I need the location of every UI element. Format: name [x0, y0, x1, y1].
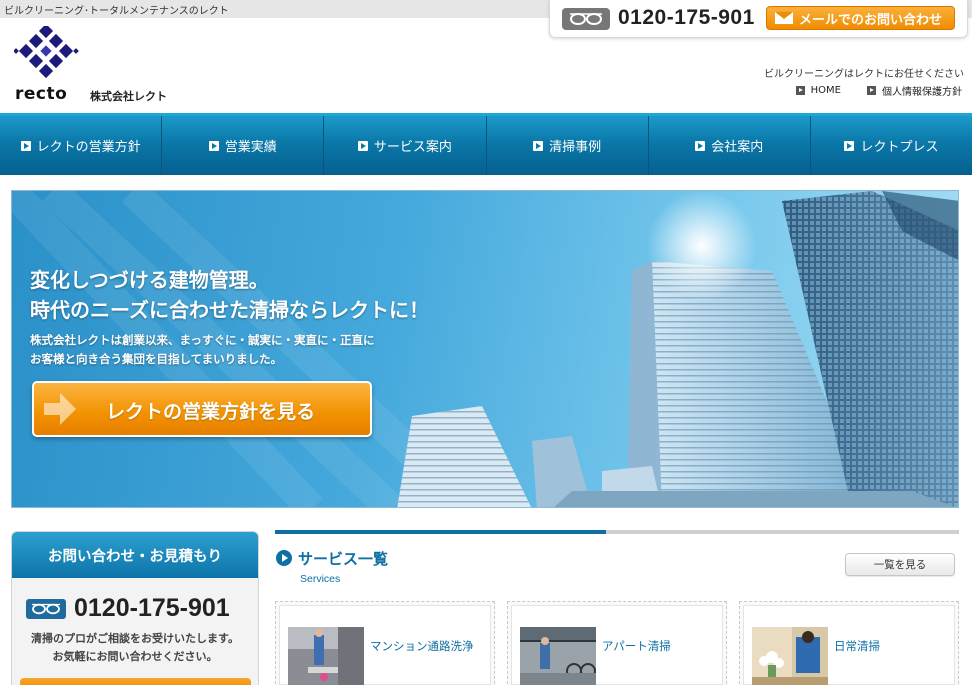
arrow-right-icon [867, 86, 876, 95]
arrow-right-icon [695, 140, 706, 151]
arrow-right-icon [533, 140, 544, 151]
hero-headline-line-1: 変化しつづける建物管理。 [30, 268, 269, 292]
hero-description: 株式会社レクトは創業以来、まっすぐに・誠実に・実直に・正直に お客様と向き合う集… [30, 331, 375, 369]
circle-arrow-icon [276, 550, 292, 566]
inquiry-phone-number: 0120-175-901 [74, 594, 230, 622]
nav-item-policy[interactable]: レクトの営業方針 [0, 116, 163, 175]
service-card[interactable]: マンション通路洗浄 [275, 601, 495, 685]
mail-inquiry-label: メールでのお問い合わせ [799, 12, 943, 28]
service-card-label: アパート清掃 [602, 639, 671, 653]
nav-item-cases[interactable]: 清掃事例 [487, 116, 649, 175]
services-title: サービス一覧 [298, 550, 389, 568]
hero-description-line-1: 株式会社レクトは創業以来、まっすぐに・誠実に・実直に・正直に [30, 333, 375, 347]
service-card[interactable]: アパート清掃 [507, 601, 727, 685]
nav-item-results[interactable]: 営業実績 [162, 116, 325, 175]
privacy-policy-link[interactable]: 個人情報保護方針 [867, 83, 962, 98]
home-link[interactable]: HOME [795, 83, 841, 98]
inquiry-message-line-1: 清掃のプロがご相談をお受けいたします。 [31, 632, 239, 645]
service-card[interactable]: 日常清掃 [739, 601, 959, 685]
nav-label: 会社案内 [711, 140, 764, 155]
view-all-services-button[interactable]: 一覧を見る [845, 553, 955, 576]
header-links: HOME 個人情報保護方針 [795, 83, 962, 98]
nav-item-company[interactable]: 会社案内 [649, 116, 811, 175]
global-nav: レクトの営業方針 営業実績 サービス案内 清掃事例 会社案内 レクトプレス [0, 113, 972, 175]
home-link-label: HOME [810, 85, 841, 96]
service-card-label: 日常清掃 [834, 639, 880, 653]
arrow-right-icon [357, 140, 368, 151]
service-thumbnail [520, 627, 596, 685]
inquiry-button[interactable] [20, 678, 251, 685]
inquiry-phone[interactable]: 0120-175-901 [26, 594, 230, 623]
nav-item-services[interactable]: サービス案内 [324, 116, 487, 175]
nav-label: 営業実績 [224, 140, 277, 155]
site-tagline: ビルクリーニング･トータルメンテナンスのレクト [4, 6, 229, 17]
hero-description-line-2: お客様と向き合う集団を目指してまいりました。 [30, 352, 283, 366]
inquiry-message: 清掃のプロがご相談をお受けいたします。 お気軽にお問い合わせください。 [12, 630, 258, 666]
arrow-right-icon [20, 140, 31, 151]
nav-label: レクトプレス [860, 140, 939, 155]
arrow-right-icon [44, 393, 76, 425]
services-subtitle: Services [300, 573, 341, 585]
hero-headline: 変化しつづける建物管理。 時代のニーズに合わせた清掃ならレクトに！ [30, 265, 429, 325]
view-policy-label: レクトの営業方針を見る [106, 401, 316, 423]
inquiry-message-line-2: お気軽にお問い合わせください。 [52, 650, 218, 663]
arrow-right-icon [208, 140, 219, 151]
arrow-right-icon [844, 140, 855, 151]
service-card-label: マンション通路洗浄 [370, 639, 474, 653]
header-contact-box: 0120-175-901 メールでのお問い合わせ [549, 0, 968, 38]
service-thumbnail [752, 627, 828, 685]
inquiry-box: お問い合わせ・お見積もり 0120-175-901 清掃のプロがご相談をお受けい… [11, 531, 259, 685]
view-policy-button[interactable]: レクトの営業方針を見る [32, 381, 372, 437]
nav-item-press[interactable]: レクトプレス [811, 116, 972, 175]
services-divider [275, 530, 959, 534]
freedial-icon [562, 8, 610, 30]
company-name: 株式会社レクト [90, 90, 167, 103]
arrow-right-icon [795, 86, 805, 95]
service-thumbnail [288, 627, 364, 685]
hero-banner: 変化しつづける建物管理。 時代のニーズに合わせた清掃ならレクトに！ 株式会社レク… [11, 190, 959, 508]
nav-label: 清掃事例 [549, 140, 602, 155]
header-phone-number[interactable]: 0120-175-901 [618, 6, 755, 30]
logo-wordmark[interactable]: recto [15, 84, 67, 104]
privacy-policy-label: 個人情報保護方針 [882, 87, 962, 98]
inquiry-title: お問い合わせ・お見積もり [12, 532, 258, 578]
nav-label: レクトの営業方針 [36, 140, 141, 155]
header-subtagline: ビルクリーニングはレクトにお任せください [764, 69, 964, 80]
hero-headline-line-2: 時代のニーズに合わせた清掃ならレクトに！ [30, 298, 429, 322]
freedial-icon [26, 598, 66, 619]
nav-label: サービス案内 [373, 140, 452, 155]
mail-inquiry-button[interactable]: メールでのお問い合わせ [766, 6, 955, 30]
mail-icon [775, 12, 793, 24]
